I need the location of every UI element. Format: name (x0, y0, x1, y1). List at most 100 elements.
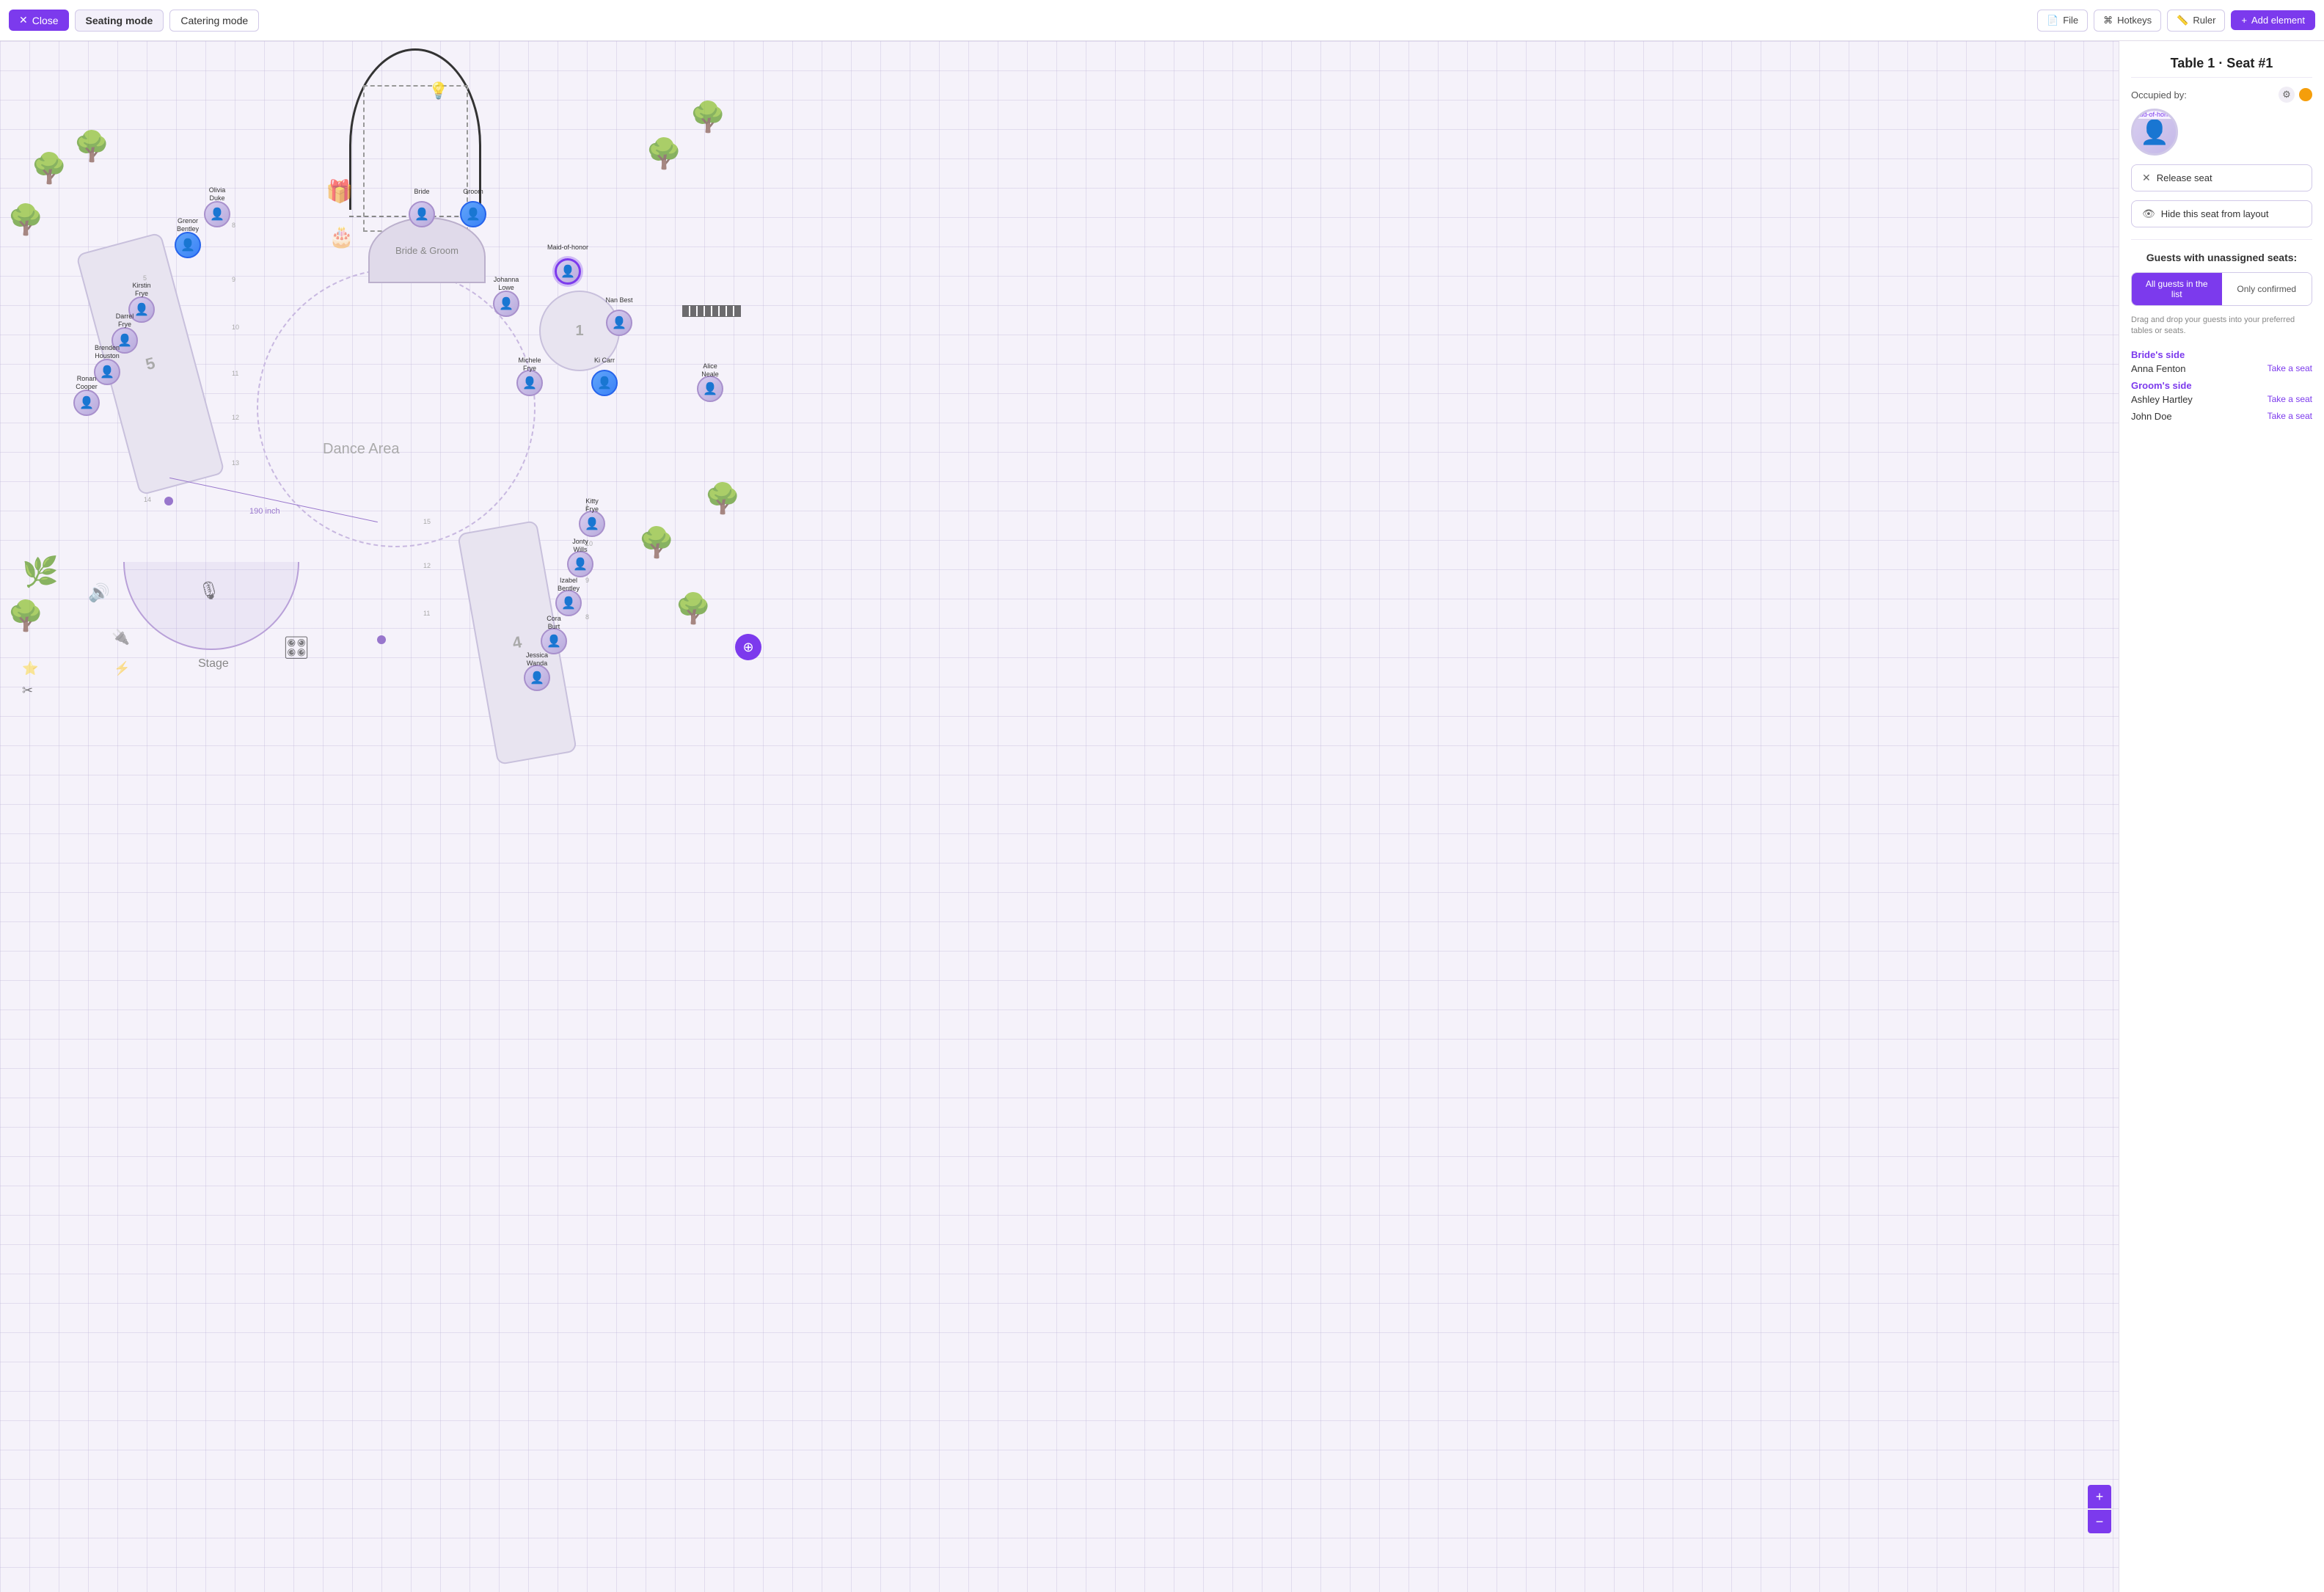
take-seat-john-doe[interactable]: Take a seat (2268, 411, 2312, 421)
cake-icon: 🎂 (329, 224, 354, 249)
speaker-icon: 🔊 (88, 583, 110, 604)
gift-icon: 🎁 (326, 179, 353, 205)
close-label: Close (32, 15, 59, 26)
label-maid-of-honor: Maid-of-honor (547, 244, 588, 252)
avatar-badge: Maid-of-honor (2131, 109, 2177, 120)
seat-13: 13 (232, 459, 239, 467)
avatar-alice-neale[interactable]: 👤 (697, 376, 723, 402)
guests-title: Guests with unassigned seats: (2131, 252, 2312, 263)
avatar-kitty-frye[interactable]: 👤 (579, 511, 605, 537)
hotkeys-icon: ⌘ (2103, 15, 2113, 26)
avatar-ki-carr[interactable]: 👤 (591, 370, 618, 396)
avatar-cora-burt[interactable]: 👤 (541, 628, 567, 654)
seat-5: 5 (143, 274, 147, 282)
line-dot-right (377, 635, 386, 644)
avatar-jonty-wills[interactable]: 👤 (567, 551, 593, 577)
hide-seat-button[interactable]: 👁 Hide this seat from layout (2131, 200, 2312, 227)
tab-confirmed[interactable]: Only confirmed (2222, 273, 2312, 305)
label-olivia-duke: OliviaDuke (209, 186, 226, 202)
seat-r2: 10 (585, 540, 593, 547)
guest-groups: Bride's side Anna Fenton Take a seat Gro… (2131, 346, 2312, 425)
zoom-out-button[interactable]: − (2088, 1510, 2111, 1533)
zoom-in-button[interactable]: + (2088, 1485, 2111, 1508)
close-button[interactable]: ✕ Close (9, 10, 69, 31)
toolbar-right: 📄 File ⌘ Hotkeys 📏 Ruler + Add element (2037, 10, 2315, 32)
compass-icon[interactable]: ⊕ (735, 634, 761, 660)
stage-fan (123, 562, 299, 650)
seat-r4: 8 (585, 613, 589, 621)
seat-r7: 11 (423, 610, 430, 617)
take-seat-ashley-hartley[interactable]: Take a seat (2268, 394, 2312, 404)
avatar-brenden-houston[interactable]: 👤 (94, 359, 120, 385)
main-layout: 🌳 🌳 🌳 🌳 🌳 🌳 🌳 🌳 🌿 🌳 Dance Area Bride & G… (0, 41, 2324, 1592)
avatar-darrel-frye[interactable]: 👤 (112, 327, 138, 354)
label-nan-best: Nan Best (605, 296, 632, 304)
status-dot (2299, 88, 2312, 101)
star-icon: ⭐ (22, 661, 38, 676)
zoom-controls: + − (2088, 1485, 2111, 1533)
guest-name-john-doe: John Doe (2131, 411, 2172, 422)
line-dot-left (164, 497, 173, 505)
lightning-icon: ⚡ (114, 661, 130, 676)
tab-all-guests[interactable]: All guests in the list (2132, 273, 2222, 305)
sidebar-title: Table 1 · Seat #1 (2131, 56, 2312, 78)
divider (2131, 239, 2312, 240)
seat-r1: 1 (585, 503, 589, 511)
canvas[interactable]: 🌳 🌳 🌳 🌳 🌳 🌳 🌳 🌳 🌿 🌳 Dance Area Bride & G… (0, 41, 2119, 1592)
measurement-label: 190 inch (249, 507, 280, 516)
ruler-button[interactable]: 📏 Ruler (2167, 10, 2225, 32)
guest-anna-fenton: Anna Fenton Take a seat (2131, 360, 2312, 377)
settings-icon[interactable]: ⚙ (2279, 87, 2295, 103)
scissors-icon: ✂ (22, 683, 33, 698)
label-johanna-lowe: JohannaLowe (494, 276, 519, 292)
tree-10: 🌳 (7, 599, 44, 633)
occupied-section: Occupied by: ⚙ 👤 Maid-of-honor (2131, 87, 2312, 156)
avatar-johanna-lowe[interactable]: 👤 (493, 291, 519, 317)
ruler-icon: 📏 (2177, 15, 2188, 26)
occupied-avatar: 👤 Maid-of-honor (2131, 109, 2178, 156)
mic-icon: 🎙 (198, 580, 220, 602)
group-brides-side: Bride's side (2131, 349, 2312, 360)
avatar-olivia-duke[interactable]: 👤 (204, 201, 230, 227)
tree-1: 🌳 (31, 151, 67, 186)
avatar-izabel-bentley[interactable]: 👤 (555, 590, 582, 616)
eye-icon: 👁 (2142, 208, 2155, 220)
avatar-row: 👤 Maid-of-honor (2131, 109, 2312, 156)
release-seat-button[interactable]: ✕ Release seat (2131, 164, 2312, 191)
group-grooms-side: Groom's side (2131, 380, 2312, 391)
guest-name-ashley-hartley: Ashley Hartley (2131, 394, 2193, 405)
tree-4: 🌳 (646, 136, 682, 171)
drag-hint: Drag and drop your guests into your pref… (2131, 315, 2312, 337)
avatar-bride[interactable]: 👤 (409, 201, 435, 227)
seat-10: 10 (232, 324, 239, 331)
filter-tabs: All guests in the list Only confirmed (2131, 272, 2312, 306)
avatar-kirstin-frye[interactable]: 👤 (128, 296, 155, 323)
catering-mode-button[interactable]: Catering mode (169, 10, 259, 32)
avatar-grenor-bentley[interactable]: 👤 (175, 232, 201, 258)
seat-r5: 15 (423, 518, 431, 525)
avatar-jessica-wanda[interactable]: 👤 (524, 665, 550, 691)
avatar-groom[interactable]: 👤 (460, 201, 486, 227)
hotkeys-button[interactable]: ⌘ Hotkeys (2094, 10, 2161, 32)
x-icon: ✕ (2142, 172, 2151, 184)
avatar-maid-of-honor[interactable]: 👤 (555, 258, 581, 285)
table-1[interactable]: 1 (539, 291, 620, 371)
stage-label: Stage (198, 657, 229, 671)
tree-7: 🌳 (638, 525, 675, 560)
turntable-icon: 🎛 (282, 635, 310, 661)
seat-14: 14 (144, 496, 151, 503)
bulb-icon: 💡 (428, 81, 448, 101)
file-button[interactable]: 📄 File (2037, 10, 2088, 32)
seating-mode-button[interactable]: Seating mode (75, 10, 164, 32)
avatar-ronan-cooper[interactable]: 👤 (73, 390, 100, 416)
take-seat-anna-fenton[interactable]: Take a seat (2268, 363, 2312, 373)
seat-8: 8 (232, 222, 235, 229)
tree-5: 🌳 (690, 100, 726, 134)
occupied-label: Occupied by: (2131, 90, 2187, 101)
avatar-michele-frye[interactable]: 👤 (516, 370, 543, 396)
avatar-nan-best[interactable]: 👤 (606, 310, 632, 336)
seat-r6: 12 (423, 562, 431, 569)
add-element-button[interactable]: + Add element (2231, 10, 2315, 30)
seat-r3: 9 (585, 577, 589, 584)
plus-icon: + (2241, 15, 2247, 26)
